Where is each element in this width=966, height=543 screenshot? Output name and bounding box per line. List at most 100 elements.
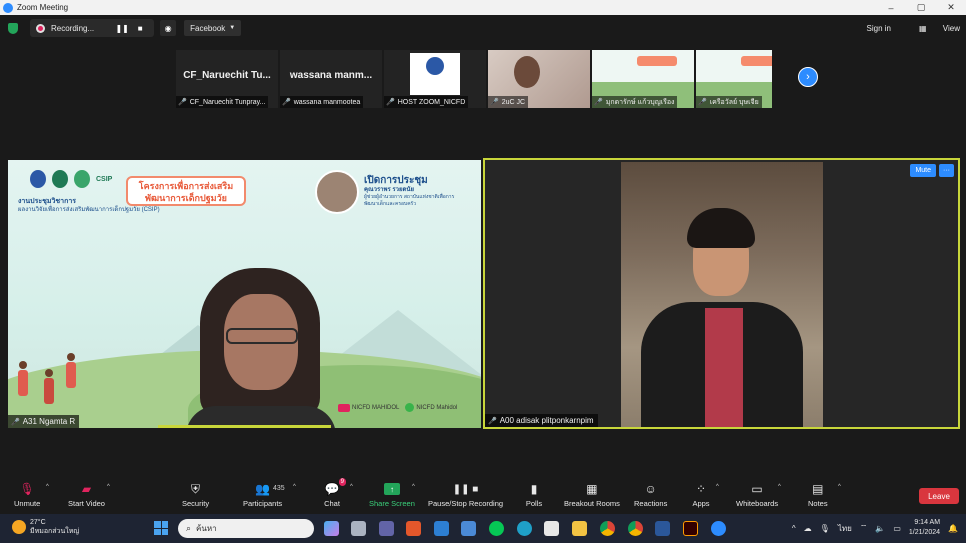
mic-muted-icon: 🎤 xyxy=(594,99,603,106)
teams-icon[interactable] xyxy=(379,521,394,536)
video-off-icon: ▰ xyxy=(81,482,92,496)
thumb-name: มุกดารักษ์ แก้วบุญเรือง xyxy=(605,98,675,106)
apps-icon: ⁘ xyxy=(695,482,707,496)
pause-recording-icon[interactable]: ❚❚ xyxy=(114,20,130,36)
recording-icon xyxy=(36,23,45,33)
breakout-rooms-button[interactable]: ▦ Breakout Rooms xyxy=(564,481,620,508)
participant-thumb[interactable]: 🎤 มุกดารักษ์ แก้วบุญเรือง xyxy=(592,50,694,108)
chrome-icon[interactable] xyxy=(600,521,615,536)
taskbar-search-placeholder: ค้นหา xyxy=(196,524,217,533)
speaker-shirt xyxy=(705,308,743,427)
windows-start-icon[interactable] xyxy=(154,521,168,535)
shield-icon[interactable] xyxy=(8,22,18,34)
illustrator-icon[interactable] xyxy=(683,521,698,536)
pause-stop-recording-button[interactable]: ❚❚ ■ Pause/Stop Recording xyxy=(428,481,503,509)
mic-off-icon: 🎙 xyxy=(19,482,35,496)
mic-muted-icon: 🎤 xyxy=(282,99,291,106)
file-explorer-icon[interactable] xyxy=(572,521,587,536)
os-taskbar: 27°C มีหมอกส่วนใหญ่ ⌕ ค้นหา ^ ☁ 🎙 ไทย ⌔ xyxy=(0,514,966,543)
youtube-icon xyxy=(338,403,350,412)
paint-icon[interactable] xyxy=(406,521,421,536)
slide-title: โครงการเพื่อการส่งเสริมพัฒนาการเด็กปฐมวั… xyxy=(126,176,246,206)
chevron-right-icon[interactable]: › xyxy=(798,67,818,87)
task-view-icon[interactable] xyxy=(351,521,366,536)
reactions-button[interactable]: ☺ Reactions xyxy=(634,481,667,508)
whiteboard-icon: ▭ xyxy=(751,482,763,496)
participant-thumb[interactable]: 🎤 2uC JC xyxy=(488,50,590,108)
presenter-photo xyxy=(315,170,359,214)
copilot-icon[interactable] xyxy=(324,521,339,536)
apps-button[interactable]: ⁘ Apps xyxy=(692,481,710,508)
volume-icon[interactable]: 🔈 xyxy=(875,524,885,533)
microsoft-store-icon[interactable] xyxy=(544,521,559,536)
weather-icon xyxy=(12,520,26,534)
live-stream-icon[interactable]: ◉ xyxy=(160,20,177,36)
clock[interactable]: 9:14 AM 1/21/2024 xyxy=(909,518,940,538)
line-handle: NICFD Mahidol xyxy=(416,404,458,411)
chrome-profile-icon[interactable] xyxy=(628,521,643,536)
line-app-icon[interactable] xyxy=(489,521,504,536)
apps-label: Apps xyxy=(692,499,710,508)
weather-temp: 27°C xyxy=(30,519,46,526)
participant-thumb[interactable]: CF_Naruechit Tu... 🎤 CF_Naruechit Tunpray… xyxy=(176,50,278,108)
mail-icon[interactable] xyxy=(434,521,449,536)
share-screen-icon: ↑ xyxy=(383,483,400,495)
maximize-button[interactable]: ▢ xyxy=(906,0,936,15)
chevron-up-icon[interactable]: ^ xyxy=(792,524,796,533)
child-figure xyxy=(44,369,54,404)
chevron-up-icon[interactable]: ^ xyxy=(412,484,415,490)
stop-recording-icon[interactable]: ■ xyxy=(132,20,148,36)
participant-thumb[interactable]: 🎤 เครือวัลย์ บุษเจีย xyxy=(696,50,772,108)
reactions-label: Reactions xyxy=(634,499,668,508)
chevron-up-icon[interactable]: ^ xyxy=(350,484,353,490)
notification-icon[interactable]: 🔔 xyxy=(948,524,958,533)
opening-speaker-role: ผู้ช่วยผู้อำนวยการ สถาบันแห่งชาติเพื่อกา… xyxy=(364,194,455,207)
chat-button[interactable]: 💬 9 Chat xyxy=(323,478,346,508)
taskbar-search[interactable]: ⌕ ค้นหา xyxy=(178,519,314,538)
edge-icon[interactable] xyxy=(517,521,532,536)
mic-muted-icon: 🎤 xyxy=(386,99,395,106)
recording-label: Recording... xyxy=(51,23,95,33)
chevron-up-icon[interactable]: ^ xyxy=(716,484,719,490)
mic-icon[interactable]: 🎙 xyxy=(820,524,830,533)
battery-icon[interactable]: ▭ xyxy=(893,524,901,533)
word-icon[interactable] xyxy=(655,521,670,536)
security-button[interactable]: ⛨ Security xyxy=(182,481,209,509)
sign-in-link[interactable]: Sign in xyxy=(867,24,891,33)
wifi-icon[interactable]: ⌔ xyxy=(860,523,868,533)
chevron-up-icon[interactable]: ^ xyxy=(838,484,841,490)
video-tile-left[interactable]: CSIP งานประชุมวิชาการ ผลงานวิจัยเพื่อการ… xyxy=(8,160,481,428)
share-screen-button[interactable]: ↑ Share Screen xyxy=(369,481,415,508)
mic-muted-icon: 🎤 xyxy=(698,99,707,106)
onedrive-icon[interactable]: ☁ xyxy=(804,524,812,533)
window-title: Zoom Meeting xyxy=(17,3,69,12)
polls-button[interactable]: ▮ Polls xyxy=(525,481,543,508)
smiley-icon: ☺ xyxy=(644,482,657,496)
live-target-dropdown[interactable]: Facebook ▼ xyxy=(184,20,242,36)
notes-button[interactable]: ▤ Notes xyxy=(808,481,828,508)
unmute-button[interactable]: 🎙 Unmute xyxy=(14,481,40,508)
whiteboards-button[interactable]: ▭ Whiteboards xyxy=(736,481,778,508)
close-button[interactable]: ✕ xyxy=(936,0,966,15)
participant-thumb[interactable]: wassana manm... 🎤 wassana manmootea xyxy=(280,50,382,108)
more-options-button[interactable]: ··· xyxy=(939,164,954,177)
video-tile-right[interactable]: Mute ··· 🎤 A00 adisak plitponkarnpim xyxy=(483,158,960,429)
thumb-big-name: CF_Naruechit Tu... xyxy=(183,70,271,81)
minimize-button[interactable]: – xyxy=(876,0,906,15)
store-icon[interactable] xyxy=(461,521,476,536)
grid-icon: ▦ xyxy=(919,23,929,33)
whiteboards-label: Whiteboards xyxy=(736,499,779,508)
leave-button[interactable]: Leave xyxy=(919,488,959,504)
language-indicator[interactable]: ไทย xyxy=(838,522,852,535)
chevron-up-icon[interactable]: ^ xyxy=(293,484,296,490)
start-video-button[interactable]: ▰ Start Video xyxy=(68,481,105,508)
participant-thumb[interactable]: 🎤 HOST ZOOM_NICFD xyxy=(384,50,486,108)
mute-participant-button[interactable]: Mute xyxy=(910,164,936,177)
zoom-taskbar-icon[interactable] xyxy=(711,521,726,536)
chevron-up-icon[interactable]: ^ xyxy=(46,484,49,490)
children-illustration xyxy=(14,348,84,418)
chevron-up-icon[interactable]: ^ xyxy=(778,484,781,490)
chevron-up-icon[interactable]: ^ xyxy=(107,484,110,490)
weather-widget[interactable]: 27°C มีหมอกส่วนใหญ่ xyxy=(12,518,79,536)
view-button[interactable]: ▦ View xyxy=(905,24,960,33)
